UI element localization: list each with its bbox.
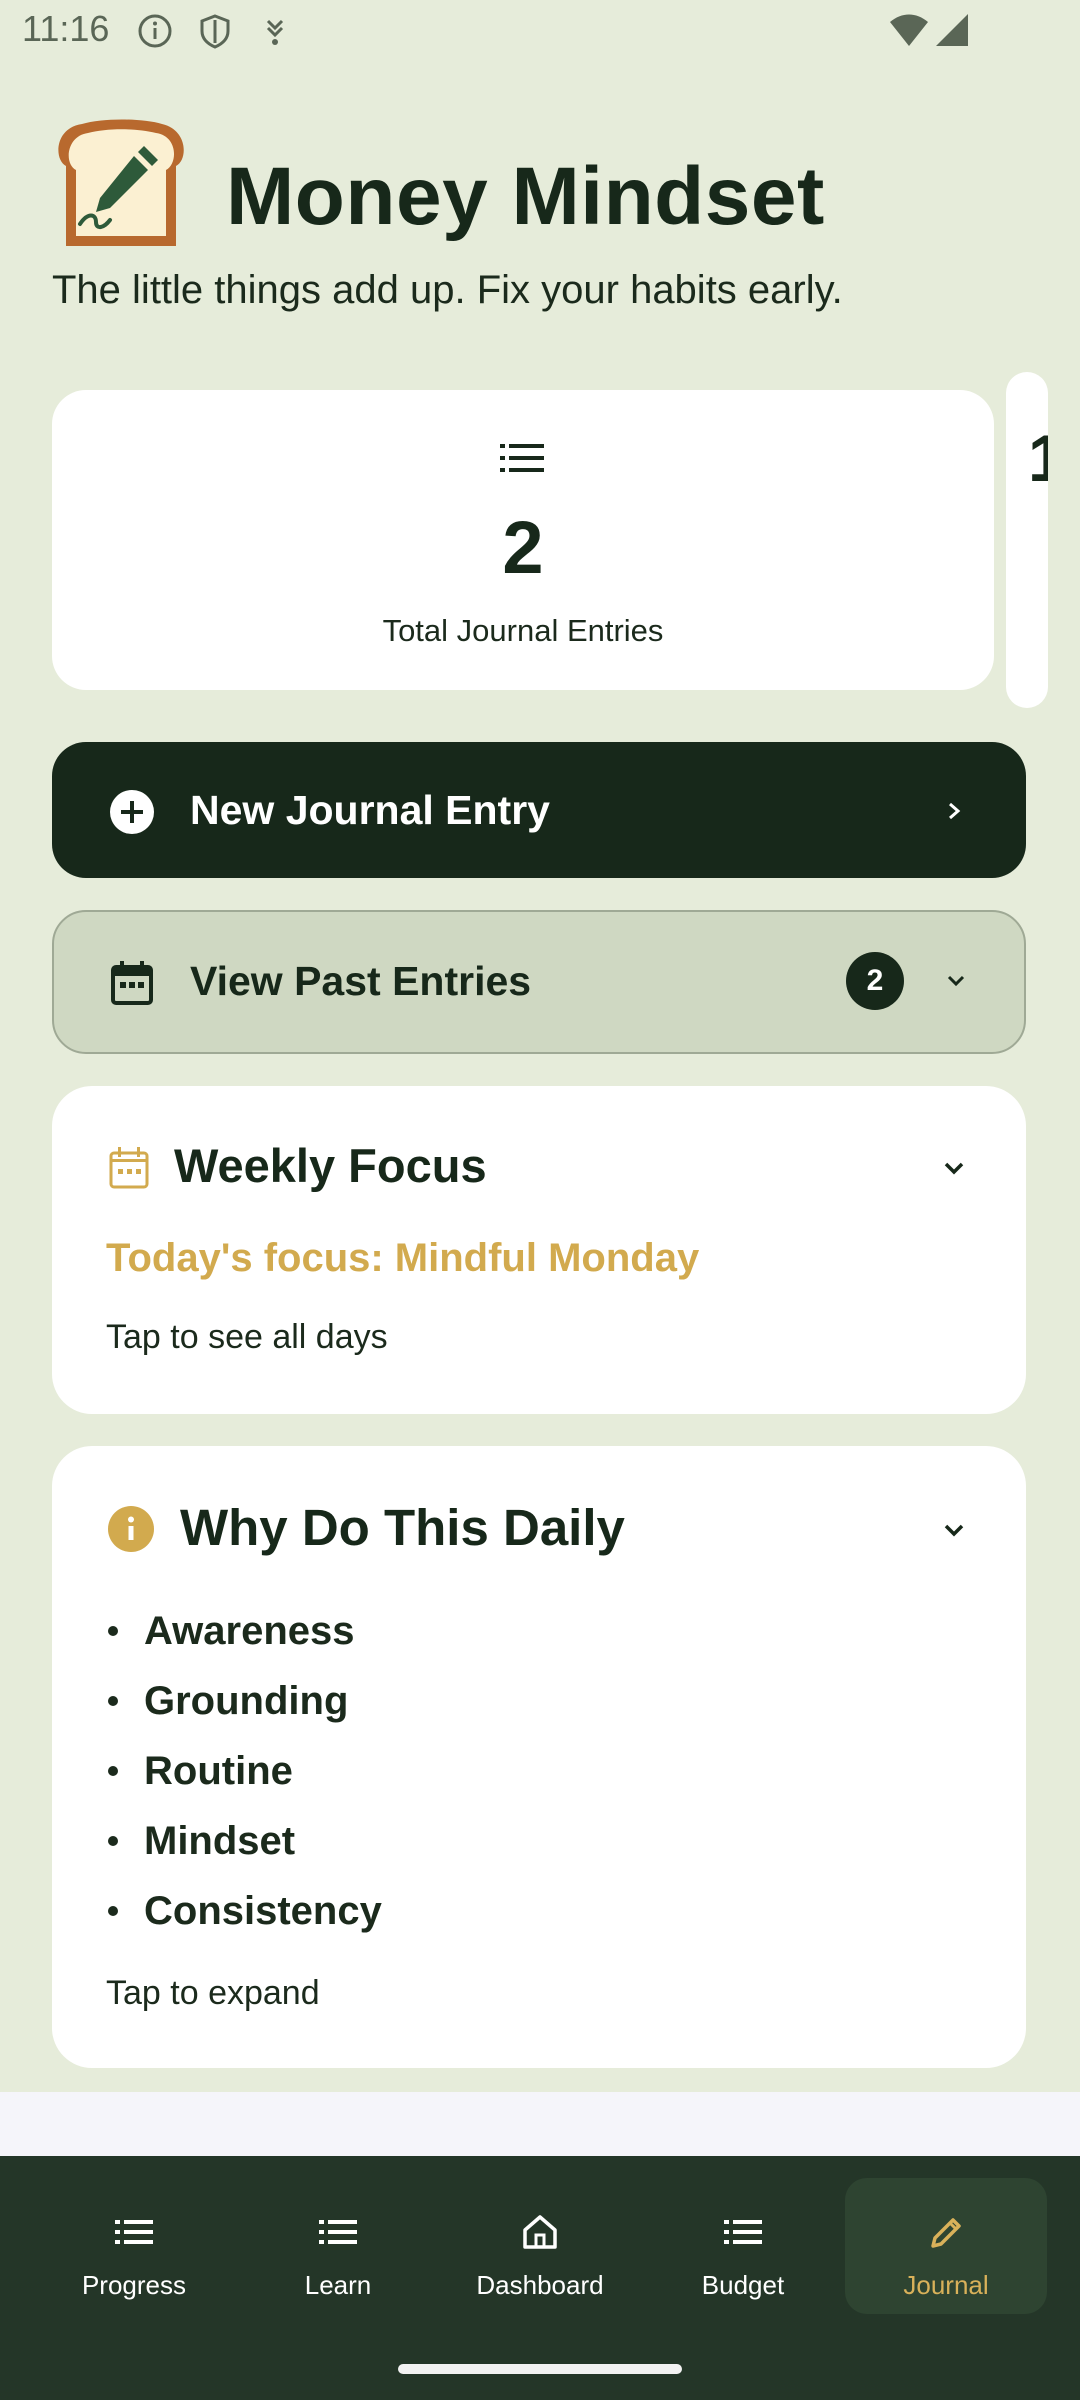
info-icon [138,14,172,48]
content-bottom-strip [0,2092,1080,2156]
list-item: Grounding [106,1666,382,1736]
why-daily-list: Awareness Grounding Routine Mindset Cons… [106,1596,382,1946]
list-icon [319,2220,357,2244]
gesture-handle[interactable] [398,2364,682,2374]
chevron-down-icon [947,975,965,987]
nav-item-learn[interactable]: Learn [237,2178,439,2314]
shield-icon [200,14,230,49]
home-icon [523,2215,557,2249]
stat-value: 2 [502,506,544,589]
list-item: Consistency [106,1876,382,1946]
nav-label: Journal [903,2270,989,2300]
stat-next-value: 1 [1028,421,1048,495]
list-icon [724,2220,762,2244]
list-item: Awareness [106,1596,382,1666]
nav-label: Dashboard [476,2270,604,2300]
stat-label: Total Journal Entries [382,613,664,648]
weekly-focus-title: Weekly Focus [174,1139,487,1192]
weekly-focus-hint: Tap to see all days [106,1318,388,1356]
list-icon [115,2220,153,2244]
new-journal-entry-label: New Journal Entry [190,787,550,833]
app-subtitle: The little things add up. Fix your habit… [52,268,843,312]
list-icon [500,444,544,472]
wifi-icon [890,14,928,46]
list-item: Routine [106,1736,382,1806]
past-entries-count-badge: 2 [846,952,904,1010]
download-icon [266,19,284,45]
add-circle-icon [110,790,154,834]
status-time: 11:16 [22,8,110,49]
app-title: Money Mindset [226,151,825,242]
why-daily-title: Why Do This Daily [180,1499,625,1556]
nav-label: Learn [304,2270,372,2300]
calendar-icon [111,961,153,1005]
toast-pencil-icon [58,119,184,246]
nav-item-progress[interactable]: Progress [33,2178,235,2314]
stat-card-next[interactable]: 1 [1006,372,1048,708]
pencil-icon [931,2218,961,2248]
nav-label: Progress [81,2270,187,2300]
view-past-entries-label: View Past Entries [190,958,532,1004]
cell-signal-icon [936,14,968,46]
nav-item-dashboard[interactable]: Dashboard [439,2178,641,2314]
list-item: Mindset [106,1806,382,1876]
nav-label: Budget [701,2270,785,2300]
chevron-down-icon[interactable] [940,1520,968,1542]
chevron-down-icon[interactable] [940,1158,968,1180]
info-icon [108,1506,154,1552]
calendar-icon [109,1147,149,1189]
chevron-right-icon [949,802,961,820]
nav-item-journal[interactable]: Journal [845,2178,1047,2314]
nav-item-budget[interactable]: Budget [642,2178,844,2314]
todays-focus-text: Today's focus: Mindful Monday [106,1236,700,1280]
why-daily-hint: Tap to expand [106,1974,320,2012]
